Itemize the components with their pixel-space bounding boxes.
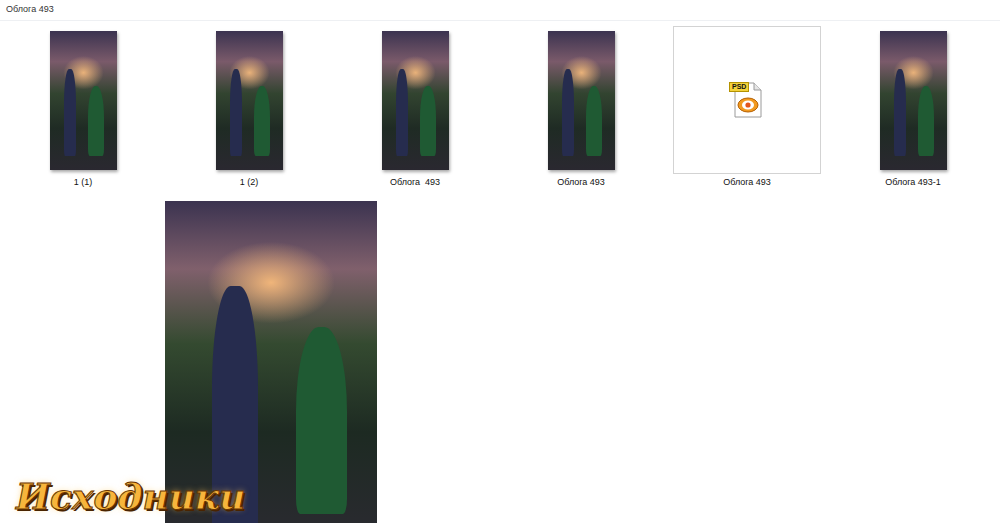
- file-thumbnail-frame[interactable]: [507, 26, 655, 174]
- file-thumbnail-frame[interactable]: [9, 26, 157, 174]
- preview-area: [0, 188, 1000, 523]
- image-preview: [165, 201, 377, 523]
- watermark: Исходники: [16, 477, 245, 517]
- figure-man: [894, 69, 906, 155]
- image-thumbnail[interactable]: [880, 31, 947, 170]
- file-name[interactable]: Облога 493: [390, 176, 440, 188]
- figure-man: [64, 69, 76, 155]
- psd-badge: PSD: [729, 82, 749, 92]
- file-item[interactable]: PSD Облога 493: [664, 26, 830, 188]
- figure-man: [562, 69, 574, 155]
- file-name[interactable]: 1 (1): [74, 176, 93, 188]
- file-thumbnail-frame[interactable]: [839, 26, 987, 174]
- image-thumbnail[interactable]: [50, 31, 117, 170]
- psd-file-icon[interactable]: PSD: [727, 80, 767, 120]
- figure-woman: [296, 327, 347, 514]
- file-item[interactable]: Облога 493: [498, 26, 664, 188]
- figure-woman: [420, 86, 436, 156]
- file-name[interactable]: Облога 493: [557, 176, 605, 188]
- file-name[interactable]: Облога 493: [723, 176, 771, 188]
- file-item[interactable]: 1 (2): [166, 26, 332, 188]
- file-thumbnail-frame[interactable]: [175, 26, 323, 174]
- figure-woman: [254, 86, 270, 156]
- figure-man: [230, 69, 242, 155]
- image-thumbnail[interactable]: [382, 31, 449, 170]
- file-item[interactable]: Облога 493: [332, 26, 498, 188]
- file-thumbnail-frame[interactable]: PSD: [673, 26, 821, 174]
- file-thumbnail-frame[interactable]: [341, 26, 489, 174]
- image-thumbnail[interactable]: [548, 31, 615, 170]
- file-name[interactable]: Облога 493-1: [885, 176, 941, 188]
- figure-woman: [586, 86, 602, 156]
- file-item[interactable]: Облога 493-1: [830, 26, 996, 188]
- window-title: Облога 493: [0, 0, 1000, 21]
- file-name[interactable]: 1 (2): [240, 176, 259, 188]
- figure-woman: [918, 86, 934, 156]
- figure-woman: [88, 86, 104, 156]
- file-list: 1 (1) 1 (2) Облога 493 Облога 493 PSD Облога …: [0, 21, 1000, 188]
- image-thumbnail[interactable]: [216, 31, 283, 170]
- figure-man: [396, 69, 408, 155]
- file-item[interactable]: 1 (1): [0, 26, 166, 188]
